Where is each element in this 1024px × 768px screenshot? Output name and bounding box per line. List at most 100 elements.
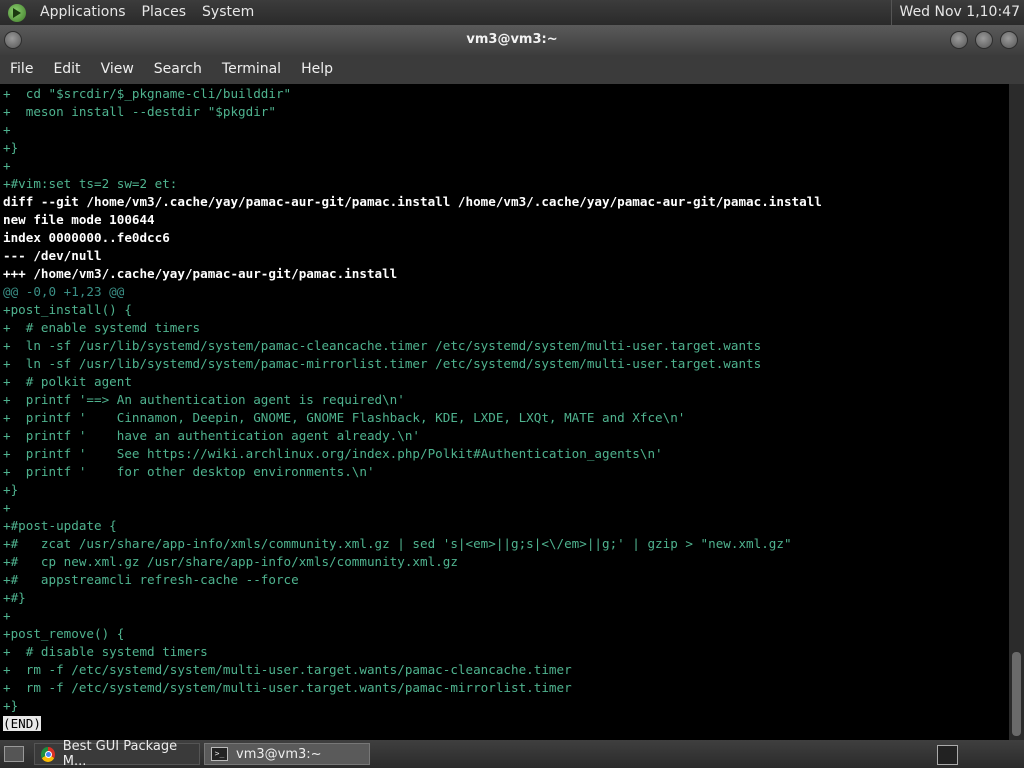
menu-view[interactable]: View [91,55,144,84]
terminal-line: + # disable systemd timers [3,643,822,661]
terminal-lines: + cd "$srcdir/$_pkgname-cli/builddir" + m… [3,85,822,733]
taskbar-item-browser[interactable]: Best GUI Package M... [34,739,200,768]
terminal-line-text: --- /dev/null [3,248,102,263]
terminal-line-text: +#post-update { [3,518,117,533]
terminal-line-text: +} [3,698,19,713]
terminal-line-text: +#} [3,590,26,605]
menu-search[interactable]: Search [144,55,212,84]
terminal-line-text: + [3,122,11,137]
terminal-line: --- /dev/null [3,247,822,265]
taskbar-item-label: Best GUI Package M... [62,739,178,768]
terminal-line-text: + printf ' for other desktop environment… [3,464,375,479]
terminal-line: + printf '==> An authentication agent is… [3,391,822,409]
terminal-line: +} [3,481,822,499]
menu-places[interactable]: Places [134,0,195,25]
terminal-line-text: @@ -0,0 +1,23 @@ [3,284,125,299]
terminal-line: +post_install() { [3,301,822,319]
taskbar-item-terminal[interactable]: >_ vm3@vm3:~ [204,743,370,765]
terminal-line: +# zcat /usr/share/app-info/xmls/communi… [3,535,822,553]
terminal-line-text: + rm -f /etc/systemd/system/multi-user.t… [3,680,572,695]
terminal-line: + printf ' Cinnamon, Deepin, GNOME, GNOM… [3,409,822,427]
terminal-line: + rm -f /etc/systemd/system/multi-user.t… [3,661,822,679]
menu-help[interactable]: Help [291,55,343,84]
terminal-line-text: + ln -sf /usr/lib/systemd/system/pamac-m… [3,356,762,371]
terminal-line-text: index 0000000..fe0dcc6 [3,230,170,245]
terminal-line-text: +post_remove() { [3,626,125,641]
terminal-line-text: + printf ' Cinnamon, Deepin, GNOME, GNOM… [3,410,686,425]
maximize-button[interactable] [975,31,993,49]
terminal-line: + cd "$srcdir/$_pkgname-cli/builddir" [3,85,822,103]
terminal-line-text: + meson install --destdir "$pkgdir" [3,104,276,119]
bottom-panel: Best GUI Package M... >_ vm3@vm3:~ [0,739,1024,768]
terminal-line-text: +} [3,140,19,155]
terminal-line: + ln -sf /usr/lib/systemd/system/pamac-c… [3,337,822,355]
top-panel: Applications Places System Wed Nov 1,10:… [0,0,1024,25]
menu-edit[interactable]: Edit [43,55,90,84]
terminal-line-text: + rm -f /etc/systemd/system/multi-user.t… [3,662,572,677]
chrome-icon [41,746,55,762]
terminal-line: + [3,499,822,517]
minimize-button[interactable] [950,31,968,49]
terminal-line-text: new file mode 100644 [3,212,155,227]
terminal-line: + printf ' See https://wiki.archlinux.or… [3,445,822,463]
terminal-line-text: + [3,608,11,623]
clock[interactable]: Wed Nov 1,10:47 [890,0,1020,25]
scrollbar-thumb[interactable] [1012,652,1021,736]
terminal-line: +} [3,697,822,715]
window-title: vm3@vm3:~ [466,32,558,47]
terminal-line-text: + # polkit agent [3,374,132,389]
taskbar-item-label: vm3@vm3:~ [236,746,322,762]
terminal-line-text: +} [3,482,19,497]
distro-logo-icon[interactable] [8,3,26,22]
terminal-line: + rm -f /etc/systemd/system/multi-user.t… [3,679,822,697]
terminal-icon: >_ [211,747,228,761]
terminal-line-text: +#vim:set ts=2 sw=2 et: [3,176,178,191]
terminal-line-text: + # disable systemd timers [3,644,208,659]
terminal-line-text: +post_install() { [3,302,132,317]
terminal-line: +#post-update { [3,517,822,535]
terminal-line-text: + # enable systemd timers [3,320,201,335]
menubar: File Edit View Search Terminal Help [0,55,1024,84]
terminal-scrollbar[interactable] [1009,84,1024,740]
terminal-line: + # polkit agent [3,373,822,391]
tray-terminal-icon[interactable] [937,745,958,765]
terminal-line: new file mode 100644 [3,211,822,229]
terminal-line-text: +++ /home/vm3/.cache/yay/pamac-aur-git/p… [3,266,398,281]
terminal-line: + [3,607,822,625]
terminal-line: +post_remove() { [3,625,822,643]
terminal-line-text: + printf '==> An authentication agent is… [3,392,405,407]
terminal-line: diff --git /home/vm3/.cache/yay/pamac-au… [3,193,822,211]
terminal-line-text: +# cp new.xml.gz /usr/share/app-info/xml… [3,554,458,569]
terminal-line-text: + [3,158,11,173]
terminal-line-text: + cd "$srcdir/$_pkgname-cli/builddir" [3,86,292,101]
terminal-line: + meson install --destdir "$pkgdir" [3,103,822,121]
window-titlebar[interactable]: vm3@vm3:~ [0,25,1024,55]
terminal-output[interactable]: + cd "$srcdir/$_pkgname-cli/builddir" + m… [0,84,1009,740]
terminal-line-text: +# zcat /usr/share/app-info/xmls/communi… [3,536,792,551]
menu-applications[interactable]: Applications [32,0,134,25]
terminal-line: @@ -0,0 +1,23 @@ [3,283,822,301]
terminal-line: +# cp new.xml.gz /usr/share/app-info/xml… [3,553,822,571]
terminal-line: +} [3,139,822,157]
terminal-line: + printf ' have an authentication agent … [3,427,822,445]
terminal-line: +# appstreamcli refresh-cache --force [3,571,822,589]
terminal-line-text: (END) [3,716,41,731]
terminal-line: +#} [3,589,822,607]
close-button[interactable] [1000,31,1018,49]
terminal-line: + # enable systemd timers [3,319,822,337]
terminal-line: +#vim:set ts=2 sw=2 et: [3,175,822,193]
terminal-line: + printf ' for other desktop environment… [3,463,822,481]
terminal-line-text: + [3,500,11,515]
show-desktop-icon[interactable] [4,746,24,762]
terminal-line: index 0000000..fe0dcc6 [3,229,822,247]
menu-system[interactable]: System [194,0,262,25]
terminal-line-text: diff --git /home/vm3/.cache/yay/pamac-au… [3,194,822,209]
terminal-line: + ln -sf /usr/lib/systemd/system/pamac-m… [3,355,822,373]
menu-terminal[interactable]: Terminal [212,55,291,84]
terminal-line-text: +# appstreamcli refresh-cache --force [3,572,299,587]
terminal-line-text: + printf ' See https://wiki.archlinux.or… [3,446,663,461]
menu-file[interactable]: File [0,55,43,84]
terminal-line: + [3,121,822,139]
terminal-line: (END) [3,715,822,733]
terminal-line-text: + printf ' have an authentication agent … [3,428,421,443]
